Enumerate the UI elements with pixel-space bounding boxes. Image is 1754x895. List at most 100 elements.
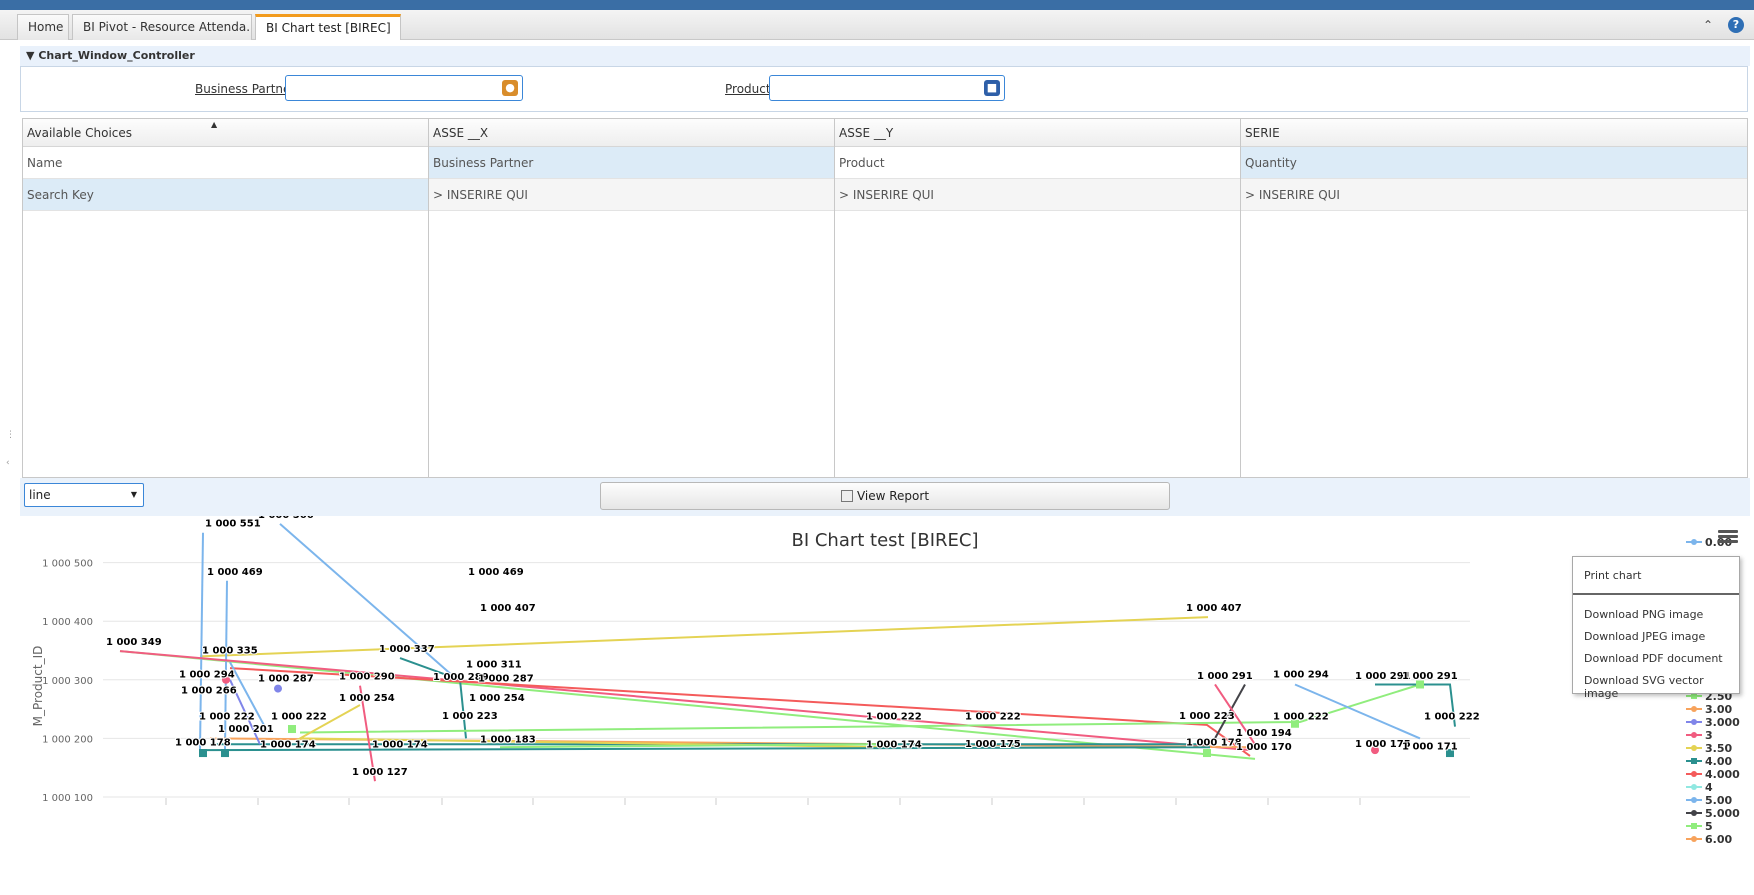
chart-area: 1 000 6001 000 5001 000 4001 000 3001 00… xyxy=(20,516,1750,895)
person-search-icon[interactable]: ● xyxy=(502,80,518,96)
menu-item-pdf[interactable]: Download PDF document xyxy=(1584,652,1723,665)
legend-item[interactable]: 3 xyxy=(1686,729,1713,742)
close-icon[interactable]: × xyxy=(399,21,400,35)
point-label: 1 000 183 xyxy=(480,734,536,745)
menu-item-jpeg[interactable]: Download JPEG image xyxy=(1584,630,1705,643)
panel-header-label: ASSE __Y xyxy=(839,126,894,140)
legend-label: 4 xyxy=(1705,781,1713,794)
view-report-button[interactable]: View Report xyxy=(600,482,1170,510)
product-field[interactable]: ■ xyxy=(769,75,1005,101)
point-label: 1 000 201 xyxy=(218,724,274,735)
list-item[interactable]: > INSERIRE QUI xyxy=(835,179,1259,211)
y-tick-label: 1 000 100 xyxy=(42,793,93,804)
legend-item[interactable]: 5.000 xyxy=(1686,807,1740,820)
resize-grip-icon[interactable]: ⋮ xyxy=(6,430,15,440)
circle-marker-icon xyxy=(1686,729,1702,738)
list-item-label: Quantity xyxy=(1245,156,1297,170)
legend-label: 3.50 xyxy=(1705,742,1733,755)
business-partner-label[interactable]: Business Partner xyxy=(195,82,295,96)
legend-item[interactable]: 3.00 xyxy=(1686,703,1732,716)
tab-label: Home xyxy=(28,20,64,34)
point-label: 1 000 194 xyxy=(1236,728,1292,739)
tab-bi-pivot[interactable]: BI Pivot - Resource Attenda...× xyxy=(72,14,252,40)
help-icon[interactable]: ? xyxy=(1728,17,1744,33)
panel-header-label: SERIE xyxy=(1245,126,1280,140)
legend-item[interactable]: 3.000 xyxy=(1686,716,1740,729)
point-label: 1 000 407 xyxy=(480,603,536,614)
menu-item-svg[interactable]: Download SVG vector image xyxy=(1584,674,1739,700)
panel-serie: SERIE Quantity > INSERIRE QUI xyxy=(1240,118,1748,478)
panel-header-label: Available Choices xyxy=(27,126,133,140)
chart-grid: 1 000 6001 000 5001 000 4001 000 3001 00… xyxy=(42,559,1470,805)
controller-header[interactable]: ▼ Chart_Window_Controller xyxy=(20,46,1750,66)
square-marker-icon xyxy=(1686,755,1702,764)
series-line xyxy=(119,650,1251,752)
point-label: 1 000 291 xyxy=(1402,671,1458,682)
chevrons-up-icon[interactable]: ⌃ xyxy=(1700,17,1716,33)
point-label: 1 000 222 xyxy=(965,712,1021,723)
panel-header[interactable]: ASSE __X xyxy=(429,119,853,147)
legend-item[interactable]: 6.00 xyxy=(1686,833,1732,846)
panel-header[interactable]: ASSE __Y xyxy=(835,119,1259,147)
panel-header-label: ASSE __X xyxy=(433,126,489,140)
point-label: 1 000 127 xyxy=(352,767,408,778)
circle-marker-icon xyxy=(1686,536,1702,545)
legend-label: 5.00 xyxy=(1705,794,1733,807)
list-item-label: Product xyxy=(839,156,885,170)
menu-item-print[interactable]: Print chart xyxy=(1584,569,1641,582)
series-marker xyxy=(288,725,296,734)
list-item[interactable]: > INSERIRE QUI xyxy=(429,179,853,211)
point-label: 1 000 222 xyxy=(271,712,327,723)
chart-svg: 1 000 6001 000 5001 000 4001 000 3001 00… xyxy=(31,516,1481,805)
point-label: 1 000 222 xyxy=(1273,712,1329,723)
legend-item[interactable]: 4.000 xyxy=(1686,768,1740,781)
legend-item[interactable]: 3.50 xyxy=(1686,742,1732,755)
view-report-label: View Report xyxy=(856,489,930,503)
legend-item[interactable]: 5 xyxy=(1686,820,1713,833)
panel-axis-y: ASSE __Y Product > INSERIRE QUI xyxy=(834,118,1260,478)
controller-title: Chart_Window_Controller xyxy=(38,49,195,62)
list-item[interactable]: Search Key xyxy=(23,179,447,211)
circle-marker-icon xyxy=(1686,794,1702,803)
diamond-marker-icon xyxy=(1686,742,1702,751)
legend-label: 5.000 xyxy=(1705,807,1740,820)
legend-item[interactable]: 5.00 xyxy=(1686,794,1732,807)
collapse-triangle-icon: ▼ xyxy=(26,49,35,62)
legend-label: 4.000 xyxy=(1705,768,1740,781)
legend-item[interactable]: 4 xyxy=(1686,781,1713,794)
point-label: 1 000 178 xyxy=(1186,737,1242,748)
point-label: 1 000 566 xyxy=(258,516,314,521)
list-item[interactable]: Quantity xyxy=(1241,147,1747,179)
panel-header[interactable]: Available Choices ▲ xyxy=(23,119,447,147)
collapse-left-icon[interactable]: ‹ xyxy=(6,458,10,468)
list-item[interactable]: Product xyxy=(835,147,1259,179)
tab-home[interactable]: Home xyxy=(17,14,69,40)
legend-item[interactable]: 4.00 xyxy=(1686,755,1732,768)
point-label: 1 000 349 xyxy=(106,637,162,648)
business-partner-field[interactable]: ● xyxy=(285,75,523,101)
series-line xyxy=(199,616,1209,658)
point-label: 1 000 290 xyxy=(339,672,395,683)
triangle-down-marker-icon xyxy=(1686,716,1702,725)
point-label: 1 000 171 xyxy=(1402,741,1458,752)
y-tick-label: 1 000 400 xyxy=(42,617,93,628)
product-search-icon[interactable]: ■ xyxy=(984,80,1000,96)
menu-item-png[interactable]: Download PNG image xyxy=(1584,608,1703,621)
chart-type-select[interactable]: line ▼ xyxy=(24,483,144,507)
point-label: 1 000 551 xyxy=(205,519,261,530)
point-label: 1 000 175 xyxy=(965,739,1021,750)
list-item[interactable]: Name xyxy=(23,147,447,179)
list-item[interactable]: > INSERIRE QUI xyxy=(1241,179,1747,211)
series-marker xyxy=(274,684,282,693)
panel-header[interactable]: SERIE xyxy=(1241,119,1747,147)
point-label: 1 000 266 xyxy=(181,686,237,697)
list-item-label: Name xyxy=(27,156,63,170)
hamburger-menu-icon[interactable] xyxy=(1718,528,1738,546)
tab-bi-chart[interactable]: BI Chart test [BIREC] × xyxy=(255,14,401,40)
product-label[interactable]: Product xyxy=(725,82,771,96)
legend-label: 5 xyxy=(1705,820,1713,833)
point-label: 1 000 254 xyxy=(469,693,525,704)
point-label: 1 000 311 xyxy=(466,659,522,670)
list-item[interactable]: Business Partner xyxy=(429,147,853,179)
panel-available-choices: Available Choices ▲ Name Search Key xyxy=(22,118,448,478)
